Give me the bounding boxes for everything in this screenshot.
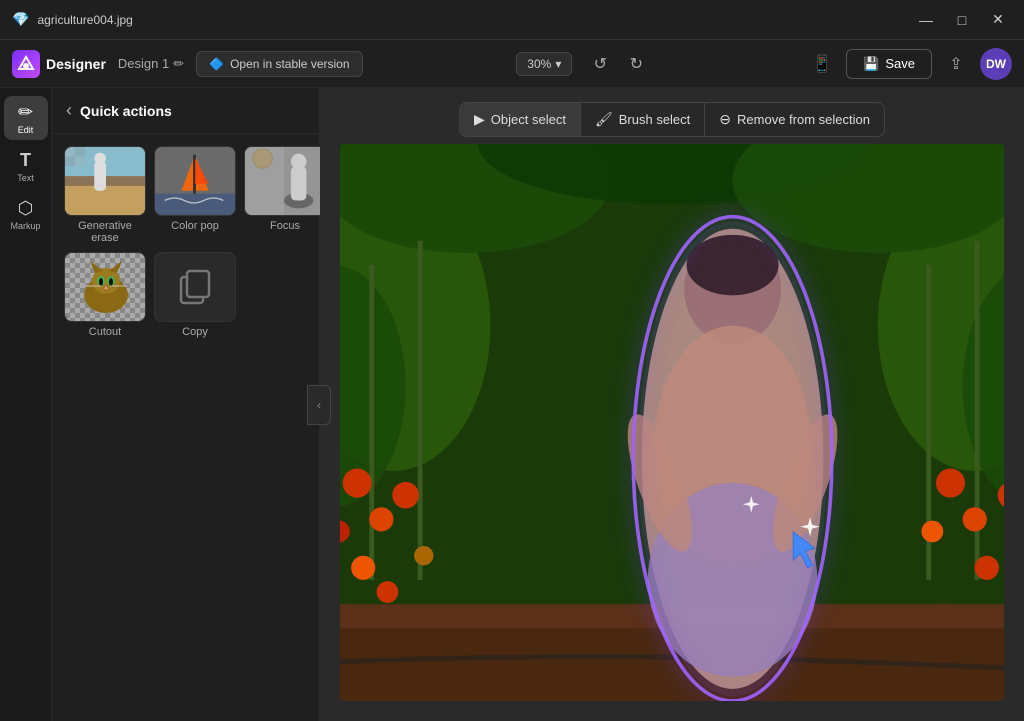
app-bar: Designer Design 1 ✏ 🔷 Open in stable ver…: [0, 40, 1024, 88]
back-button[interactable]: ‹: [66, 100, 72, 121]
avatar[interactable]: DW: [980, 48, 1012, 80]
share-button[interactable]: ⇪: [940, 48, 972, 80]
zoom-control[interactable]: 30% ▾: [516, 52, 572, 76]
color-pop-label: Color pop: [171, 220, 219, 232]
panel-title: Quick actions: [80, 103, 172, 119]
window-controls: — □ ✕: [912, 6, 1012, 34]
focus-preview: [245, 147, 325, 215]
minimize-button[interactable]: —: [912, 6, 940, 34]
remove-from-selection-button[interactable]: ⊖ Remove from selection: [705, 103, 884, 136]
app-name: Designer: [46, 56, 106, 72]
title-bar: 💎 agriculture004.jpg — □ ✕: [0, 0, 1024, 40]
generative-erase-thumbnail: [64, 146, 146, 216]
maximize-button[interactable]: □: [948, 6, 976, 34]
canvas-area: ▶ Object select 🖌 Brush select ⊖ Remove …: [320, 88, 1024, 721]
copy-item[interactable]: Copy: [154, 252, 236, 338]
undo-button[interactable]: ↺: [584, 48, 616, 80]
focus-item[interactable]: Focus: [244, 146, 326, 244]
generative-erase-preview: [65, 147, 145, 215]
panel-collapse-handle[interactable]: ‹: [307, 385, 331, 425]
edit-icon: ✏: [18, 102, 33, 123]
save-button[interactable]: 💾 Save: [846, 49, 932, 79]
scene-svg: [340, 144, 1004, 701]
object-select-button[interactable]: ▶ Object select: [460, 103, 581, 136]
cutout-preview: [65, 253, 145, 321]
tool-edit[interactable]: ✏ Edit: [4, 96, 48, 140]
focus-thumbnail: [244, 146, 326, 216]
app-logo: Designer: [12, 50, 106, 78]
quick-actions-panel: ‹ Quick actions: [52, 88, 320, 721]
undo-redo-controls: ↺ ↻: [584, 48, 652, 80]
focus-label: Focus: [270, 220, 300, 232]
selection-toolbar: ▶ Object select 🖌 Brush select ⊖ Remove …: [459, 102, 885, 137]
panel-header: ‹ Quick actions: [52, 88, 319, 134]
cutout-item[interactable]: Cutout: [64, 252, 146, 338]
markup-icon: ⬡: [18, 198, 34, 219]
copy-label: Copy: [182, 326, 208, 338]
copy-thumbnail: [154, 252, 236, 322]
generative-erase-item[interactable]: Generative erase: [64, 146, 146, 244]
tool-markup[interactable]: ⬡ Markup: [4, 192, 48, 236]
edit-label: Edit: [18, 125, 34, 135]
copy-icon: [177, 269, 213, 305]
text-icon: T: [20, 150, 31, 171]
mobile-preview-button[interactable]: 📱: [806, 48, 838, 80]
object-select-icon: ▶: [474, 111, 485, 128]
logo-icon: [12, 50, 40, 78]
brush-select-button[interactable]: 🖌 Brush select: [581, 103, 705, 136]
color-pop-preview: [155, 147, 235, 215]
remove-selection-icon: ⊖: [719, 111, 731, 128]
cutout-thumbnail: [64, 252, 146, 322]
tool-text[interactable]: T Text: [4, 144, 48, 188]
app-bar-right: 📱 💾 Save ⇪ DW: [806, 48, 1012, 80]
canvas-content[interactable]: [340, 144, 1004, 701]
app-icon: 💎: [12, 11, 29, 28]
file-title: agriculture004.jpg: [37, 13, 132, 27]
redo-button[interactable]: ↻: [620, 48, 652, 80]
left-toolbar: ✏ Edit T Text ⬡ Markup: [0, 88, 52, 721]
markup-label: Markup: [10, 221, 40, 231]
app-bar-center: 30% ▾ ↺ ↻: [375, 48, 795, 80]
brush-select-icon: 🖌: [595, 111, 613, 128]
generative-erase-label: Generative erase: [64, 220, 146, 244]
open-stable-version-button[interactable]: 🔷 Open in stable version: [196, 51, 362, 77]
color-pop-thumbnail: [154, 146, 236, 216]
agriculture-image: [340, 144, 1004, 701]
text-label: Text: [17, 173, 34, 183]
color-pop-item[interactable]: Color pop: [154, 146, 236, 244]
quick-actions-grid: Generative erase: [52, 134, 319, 350]
main-layout: ✏ Edit T Text ⬡ Markup ‹ Quick actions: [0, 88, 1024, 721]
design-label: Design 1 ✏: [118, 56, 184, 72]
title-bar-left: 💎 agriculture004.jpg: [12, 11, 900, 28]
close-button[interactable]: ✕: [984, 6, 1012, 34]
cutout-label: Cutout: [89, 326, 121, 338]
